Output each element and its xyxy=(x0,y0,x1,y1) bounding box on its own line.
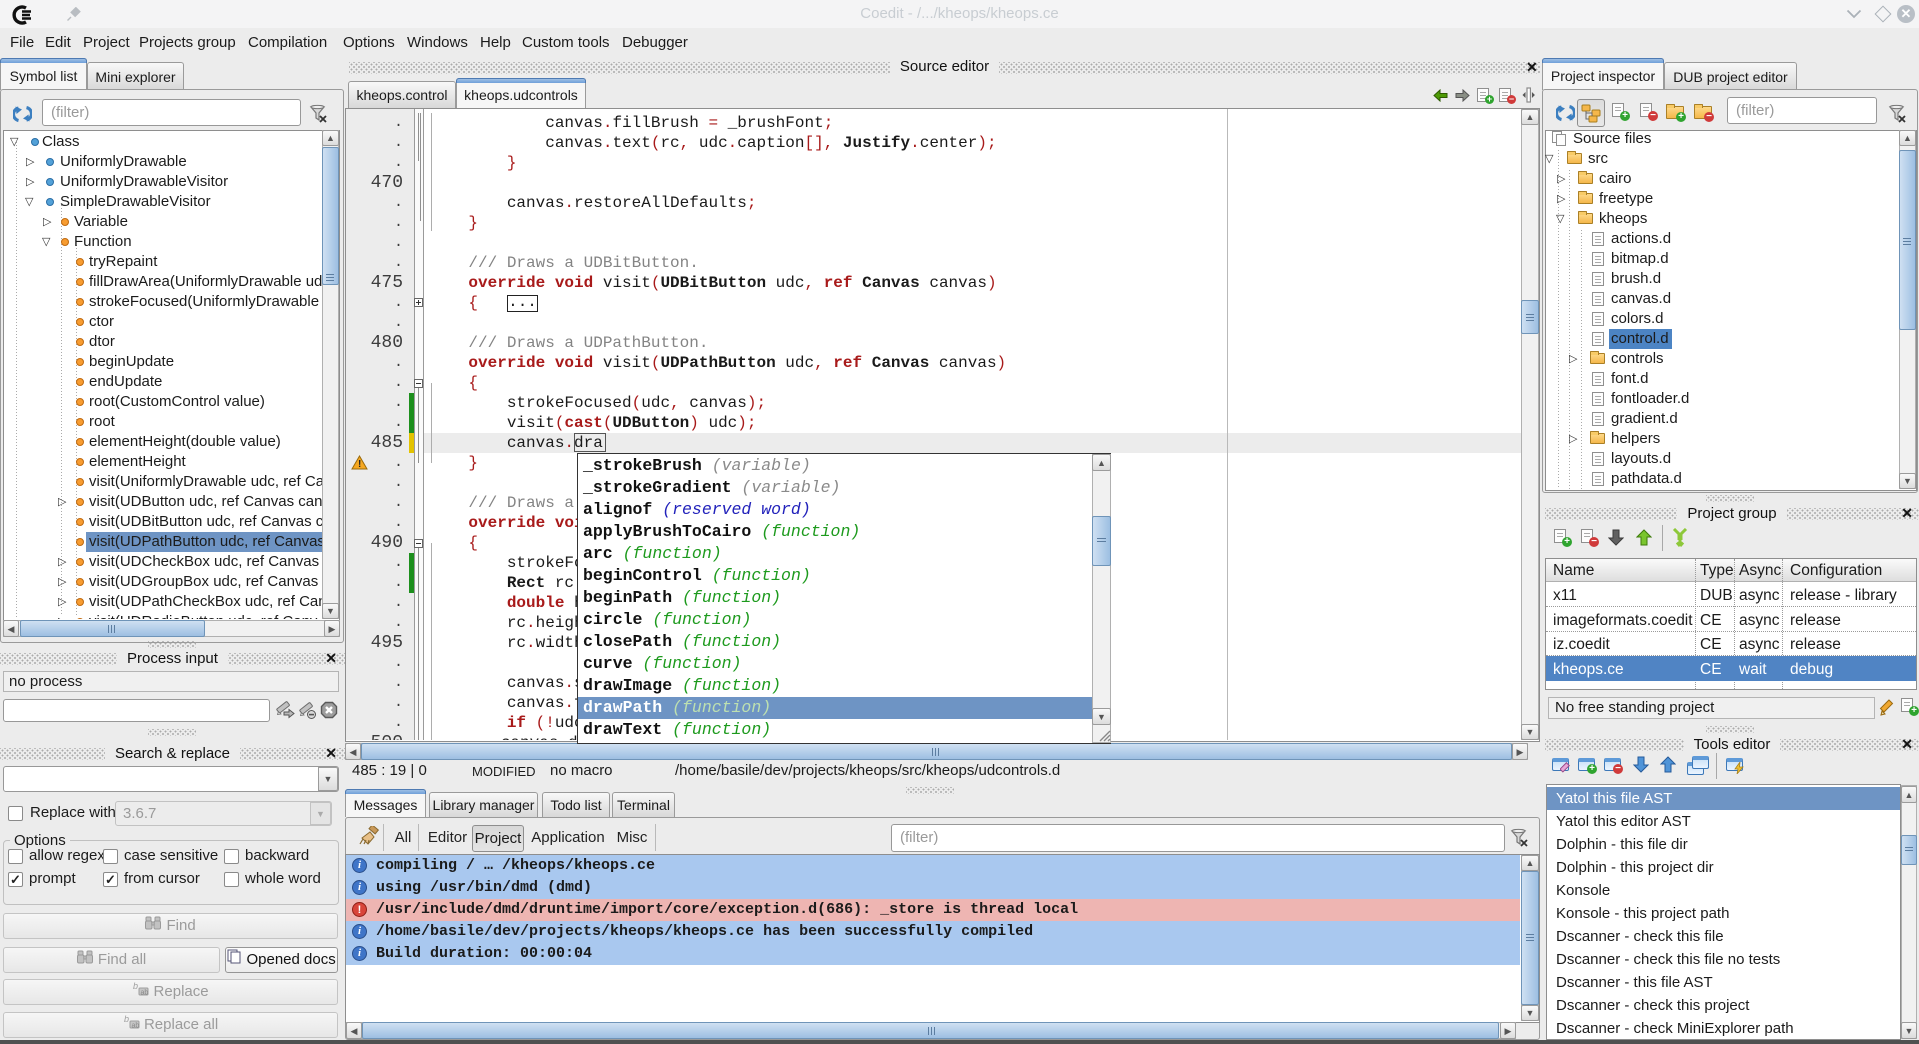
svg-text:ab: ab xyxy=(141,990,149,997)
svg-text:b: b xyxy=(124,1014,129,1024)
svg-text:ab: ab xyxy=(131,1023,139,1030)
svg-text:b: b xyxy=(133,981,138,991)
svg-text:!: ! xyxy=(358,459,361,470)
